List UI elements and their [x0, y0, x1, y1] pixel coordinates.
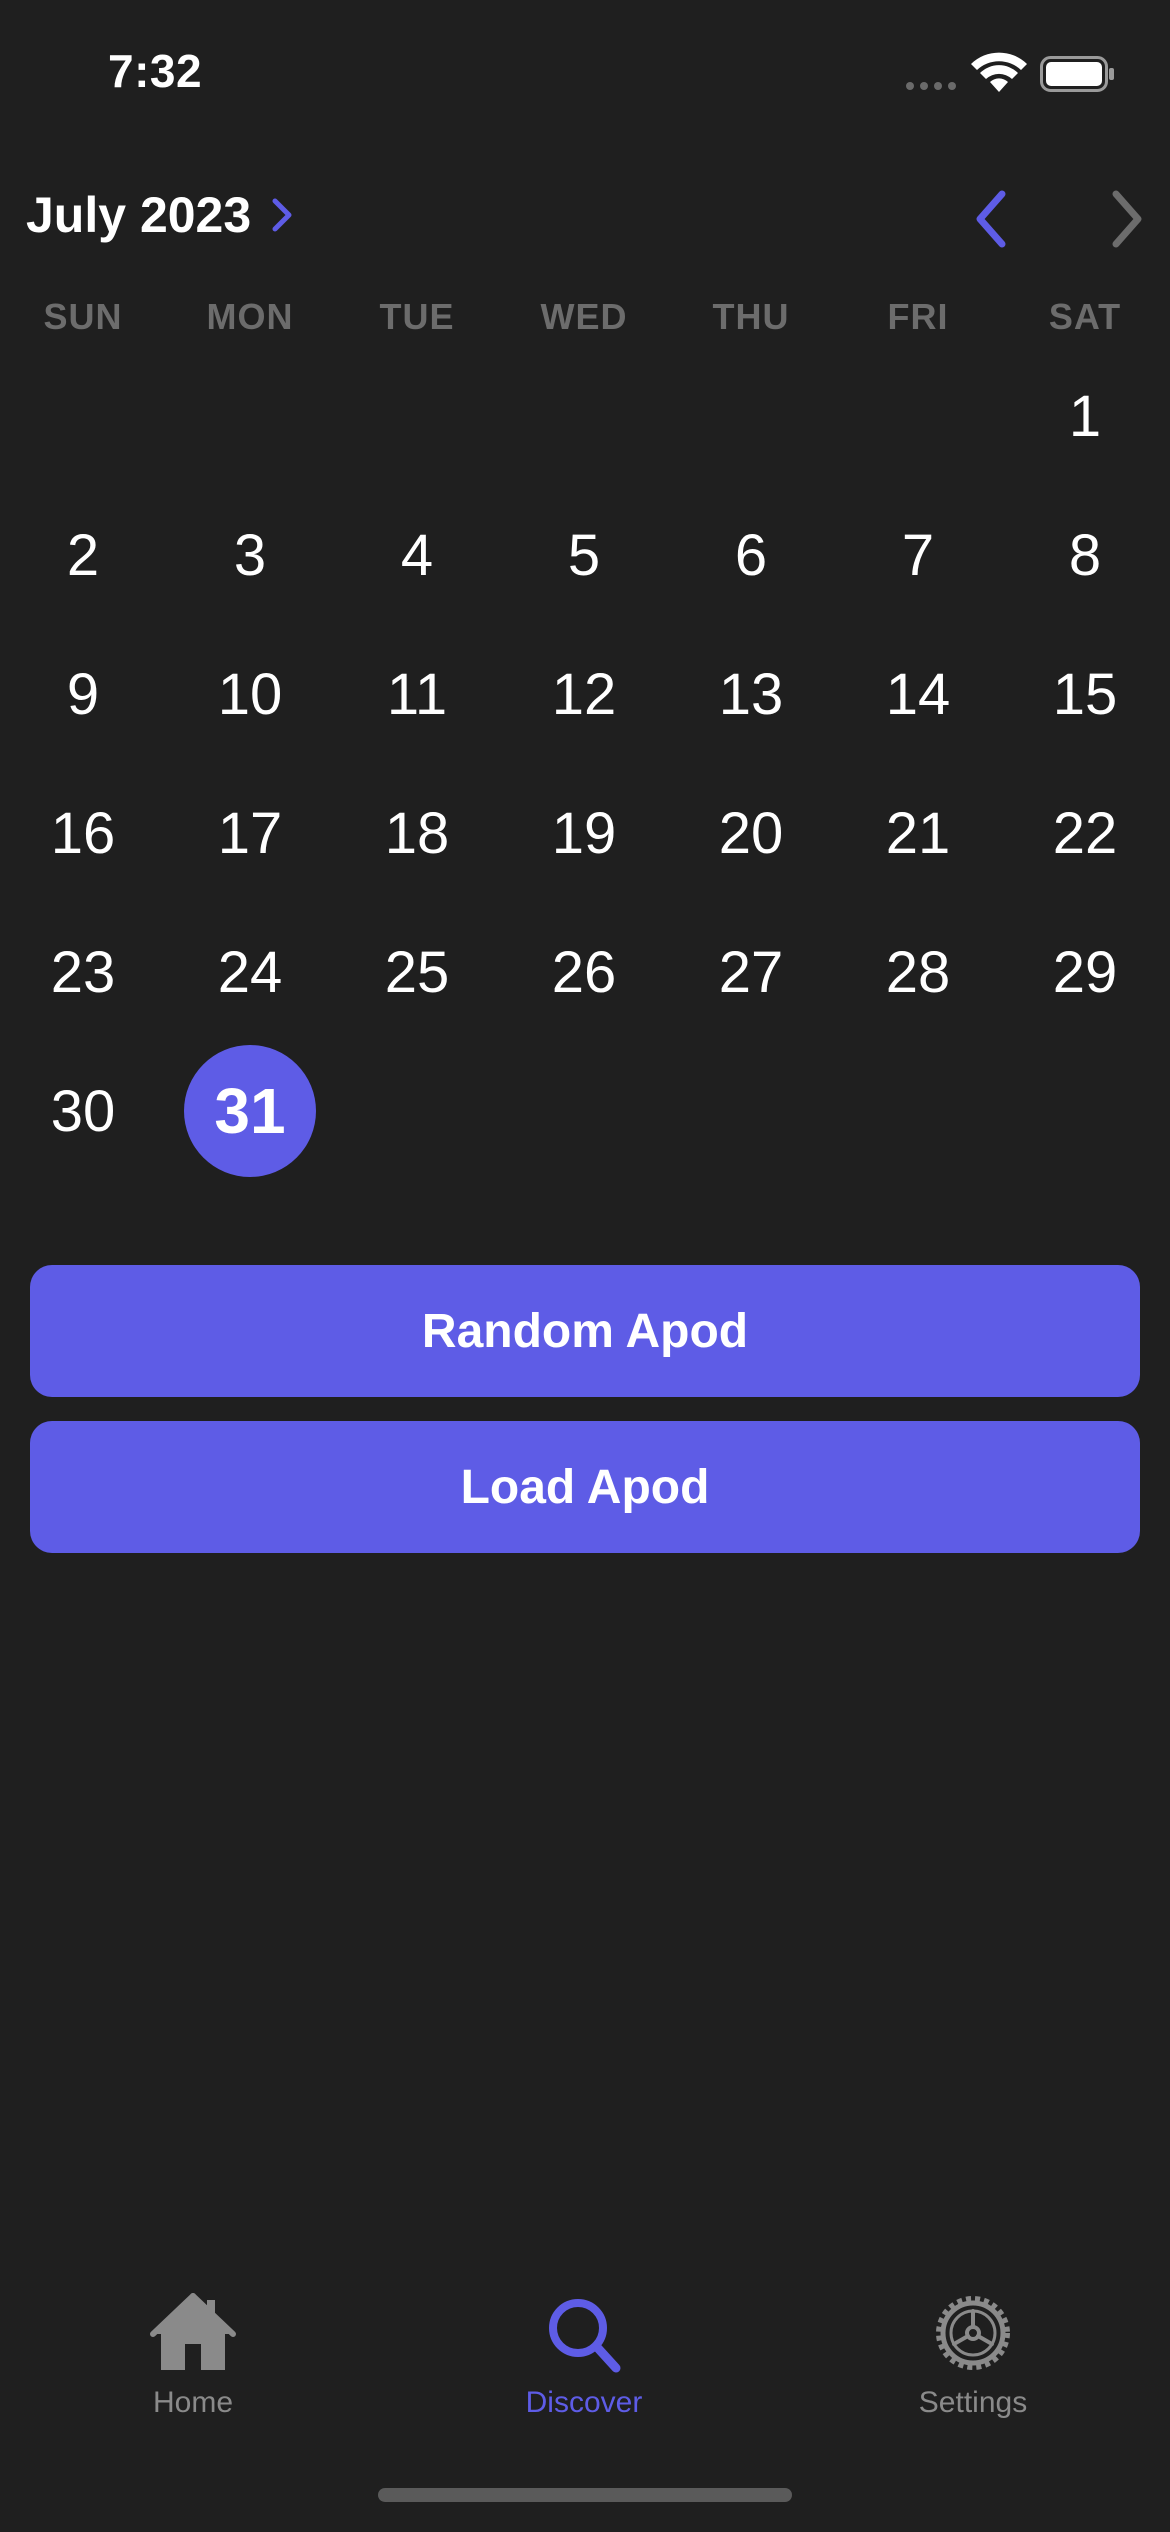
calendar-day[interactable]: 24: [184, 906, 316, 1038]
calendar-day[interactable]: 4: [351, 489, 483, 621]
calendar-day[interactable]: 21: [852, 767, 984, 899]
tab-settings-label: Settings: [918, 2386, 1028, 2419]
tab-home-label: Home: [152, 2386, 234, 2419]
calendar-day[interactable]: 13: [685, 628, 817, 760]
calendar-day[interactable]: 8: [1019, 489, 1151, 621]
calendar-day[interactable]: 29: [1019, 906, 1151, 1038]
calendar-day-grid: 1 2 3 4 5 6 7 8 9 10 11 12 13 14 15 16 17 18 19 20 21 22 23 24 2…: [0, 0, 1170, 1200]
calendar-day[interactable]: 22: [1019, 767, 1151, 899]
calendar-day[interactable]: 28: [852, 906, 984, 1038]
home-indicator: [378, 2488, 792, 2502]
calendar-day[interactable]: 19: [518, 767, 650, 899]
calendar-day[interactable]: 15: [1019, 628, 1151, 760]
calendar-day[interactable]: 7: [852, 489, 984, 621]
calendar-day[interactable]: 6: [685, 489, 817, 621]
calendar-day-selected[interactable]: 31: [184, 1045, 316, 1177]
tab-home[interactable]: Home: [73, 2290, 313, 2420]
calendar-day[interactable]: 27: [685, 906, 817, 1038]
calendar-day[interactable]: 17: [184, 767, 316, 899]
calendar-day[interactable]: 25: [351, 906, 483, 1038]
magnifying-glass-icon: [549, 2299, 621, 2373]
calendar-day[interactable]: 23: [17, 906, 149, 1038]
calendar-day[interactable]: 11: [351, 628, 483, 760]
calendar-day[interactable]: 2: [17, 489, 149, 621]
calendar-day[interactable]: 20: [685, 767, 817, 899]
calendar-day[interactable]: 30: [17, 1045, 149, 1177]
calendar-day[interactable]: 12: [518, 628, 650, 760]
tab-settings[interactable]: Settings: [853, 2290, 1093, 2420]
calendar-day[interactable]: 18: [351, 767, 483, 899]
calendar-day[interactable]: 26: [518, 906, 650, 1038]
calendar-day[interactable]: 5: [518, 489, 650, 621]
calendar-day[interactable]: 9: [17, 628, 149, 760]
calendar-day[interactable]: 14: [852, 628, 984, 760]
calendar-day[interactable]: 10: [184, 628, 316, 760]
calendar-day[interactable]: 16: [17, 767, 149, 899]
calendar-day[interactable]: 3: [184, 489, 316, 621]
house-icon: [150, 2293, 236, 2370]
tab-discover[interactable]: Discover: [464, 2290, 704, 2420]
random-apod-button[interactable]: Random Apod: [30, 1265, 1140, 1397]
tab-discover-label: Discover: [525, 2386, 643, 2419]
calendar-day[interactable]: 1: [1019, 350, 1151, 482]
gear-icon: [936, 2296, 1010, 2370]
load-apod-button[interactable]: Load Apod: [30, 1421, 1140, 1553]
